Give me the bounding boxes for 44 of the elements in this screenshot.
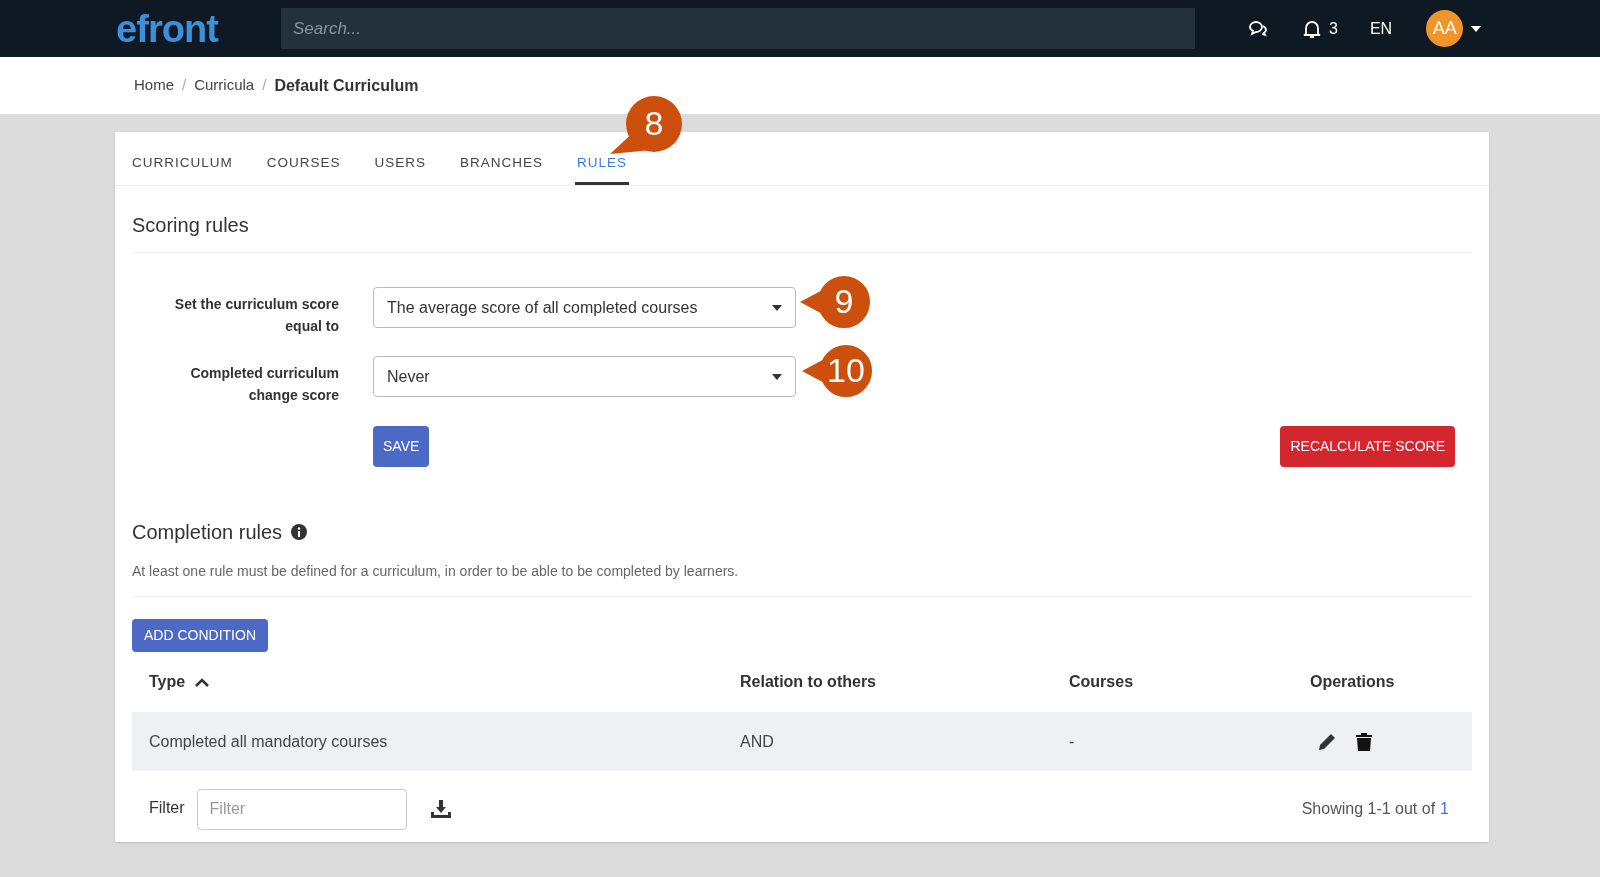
pagination-info: Showing 1-1 out of xyxy=(1301,799,1436,819)
sort-ascending-icon[interactable] xyxy=(195,677,210,687)
caret-icon xyxy=(772,304,782,311)
help-text: At least one rule must be defined for a curriculum, in order to be able to be completed by learners. xyxy=(132,561,1472,597)
notification-count: 3 xyxy=(1329,18,1338,39)
breadcrumb-separator: / xyxy=(262,75,267,96)
tab[interactable]: USERS xyxy=(372,152,429,185)
tab[interactable]: CURRICULUM xyxy=(130,152,235,185)
breadcrumb-separator: / xyxy=(182,75,187,96)
page-link[interactable]: 1 xyxy=(1440,797,1449,821)
breadcrumb-link[interactable]: Curricula xyxy=(194,74,255,97)
field-label: Set the curriculum score equal to xyxy=(173,295,339,336)
column-header[interactable]: Type xyxy=(149,670,186,694)
caret-icon xyxy=(772,373,782,380)
language-selector[interactable]: EN xyxy=(1369,16,1393,41)
recalculate-score-button[interactable]: RECALCULATE SCORE xyxy=(1280,426,1455,467)
tab[interactable]: COURSES xyxy=(264,152,343,185)
save-button[interactable]: SAVE xyxy=(373,426,430,467)
efront-logo[interactable]: efront xyxy=(116,9,244,48)
dropdown[interactable]: The average score of all completed courses xyxy=(373,287,796,328)
table-cell: - xyxy=(1069,732,1075,750)
section-title: Scoring rules xyxy=(132,186,1472,253)
dropdown[interactable]: Never xyxy=(373,356,796,397)
column-header[interactable]: Relation to others xyxy=(740,670,876,694)
table-cell: AND xyxy=(740,732,774,750)
breadcrumb-current: Default Curriculum xyxy=(274,75,419,96)
column-header[interactable]: Courses xyxy=(1069,670,1134,694)
field-label: Completed curriculum change score xyxy=(189,364,339,405)
filter-label: Filter xyxy=(149,798,185,818)
column-header[interactable]: Operations xyxy=(1310,670,1395,694)
chat-icon[interactable] xyxy=(1247,19,1267,38)
tab[interactable]: BRANCHES xyxy=(458,152,546,185)
filter-field[interactable]: Filter xyxy=(196,788,407,830)
download-icon[interactable] xyxy=(430,800,451,818)
breadcrumb-link[interactable]: Home xyxy=(134,74,174,97)
info-icon[interactable] xyxy=(291,524,308,540)
caret-icon[interactable] xyxy=(1471,25,1482,32)
section-title: Completion rules xyxy=(132,520,283,545)
add-condition-button[interactable]: ADD CONDITION xyxy=(132,619,268,652)
table-cell: Completed all mandatory courses xyxy=(149,732,388,750)
search-field[interactable]: Search... xyxy=(281,8,1195,49)
edit-icon[interactable] xyxy=(1318,732,1336,751)
delete-icon[interactable] xyxy=(1356,732,1372,751)
bell-icon[interactable] xyxy=(1303,18,1321,39)
